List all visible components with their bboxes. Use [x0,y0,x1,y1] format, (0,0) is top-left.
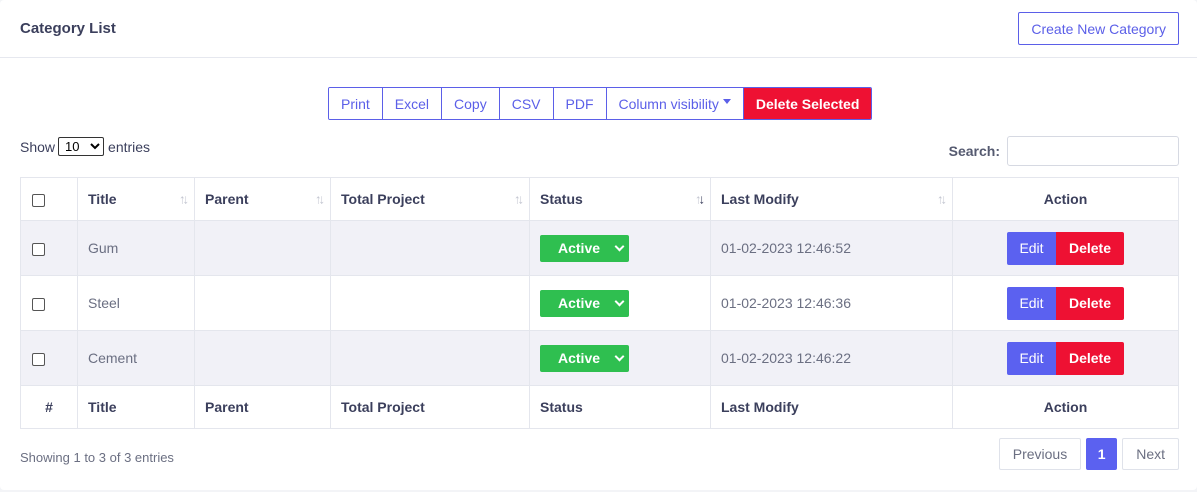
delete-button[interactable]: Delete [1056,341,1124,375]
sort-desc-icon: ↑↓ [695,191,705,207]
status-select[interactable]: Active [540,344,629,372]
row-parent [194,275,331,331]
csv-button[interactable]: CSV [499,88,554,119]
row-action-cell: Edit Delete [952,220,1179,276]
delete-button[interactable]: Delete [1056,286,1124,320]
edit-button[interactable]: Edit [1007,286,1056,320]
header-parent-label: Parent [205,191,249,207]
row-checkbox[interactable] [32,297,45,311]
search-input[interactable] [1007,136,1179,166]
row-status-cell: Active [529,330,711,386]
header-last-modify[interactable]: Last Modify ↑↓ [710,177,953,221]
row-total-project [330,220,530,276]
footer-action: Action [952,385,1179,429]
status-select[interactable]: Active [540,289,629,317]
row-check-cell [20,220,78,276]
copy-button[interactable]: Copy [442,88,500,119]
category-card: Category List Create New Category Print … [0,0,1197,490]
table-row: Cement Active 01-02-2023 12:46:22 Edit D… [20,330,1179,386]
search-label: Search: [948,143,1000,159]
header-title-label: Title [88,191,117,207]
row-status-cell: Active [529,275,711,331]
next-page-button[interactable]: Next [1122,438,1179,470]
row-title: Steel [77,275,195,331]
header-status[interactable]: Status ↑↓ [529,177,711,221]
edit-button[interactable]: Edit [1007,231,1056,265]
status-value: Active [558,240,601,256]
sort-icon: ↑↓ [179,191,189,207]
table-header-row: Title ↑↓ Parent ↑↓ Total Project ↑↓ Stat… [20,177,1179,221]
row-check-cell [20,275,78,331]
footer-parent: Parent [194,385,331,429]
sort-icon: ↑↓ [937,191,947,207]
entries-label: entries [108,138,151,155]
export-button-group: Print Excel Copy CSV PDF Column visibili… [328,87,873,120]
status-value: Active [558,295,601,311]
footer-total-project: Total Project [330,385,530,429]
delete-button[interactable]: Delete [1056,231,1124,265]
row-parent [194,330,331,386]
row-check-cell [20,330,78,386]
status-select[interactable]: Active [540,234,629,262]
row-title: Cement [77,330,195,386]
page-length-control: Show 10 entries [20,137,150,156]
status-value: Active [558,350,601,366]
footer-status: Status [529,385,711,429]
header-parent[interactable]: Parent ↑↓ [194,177,331,221]
pdf-button[interactable]: PDF [553,88,607,119]
sort-icon: ↑↓ [315,191,325,207]
column-visibility-button[interactable]: Column visibility [606,88,744,119]
row-title: Gum [77,220,195,276]
header-action: Action [952,177,1179,221]
header-last-modify-label: Last Modify [721,191,799,207]
row-last-modify: 01-02-2023 12:46:52 [710,220,953,276]
print-button[interactable]: Print [329,88,383,119]
footer-title: Title [77,385,195,429]
chevron-down-icon [614,296,625,306]
column-visibility-label: Column visibility [618,95,719,112]
excel-button[interactable]: Excel [382,88,443,119]
row-total-project [330,275,530,331]
header-total-project-label: Total Project [341,191,425,207]
header-title[interactable]: Title ↑↓ [77,177,195,221]
sort-icon: ↑↓ [514,191,524,207]
table-footer-row: # Title Parent Total Project Status Last… [20,385,1179,429]
row-checkbox[interactable] [32,242,45,256]
page-1-button[interactable]: 1 [1086,438,1118,470]
footer-last-modify: Last Modify [710,385,953,429]
previous-page-button[interactable]: Previous [998,438,1082,470]
delete-selected-button[interactable]: Delete Selected [743,88,872,119]
footer-hash: # [20,385,78,429]
page-length-select[interactable]: 10 [58,137,105,156]
row-action-cell: Edit Delete [952,275,1179,331]
select-all-header [20,177,78,221]
row-checkbox[interactable] [32,352,45,366]
header-status-label: Status [540,191,583,207]
show-label: Show [20,138,56,155]
row-parent [194,220,331,276]
card-header: Category List Create New Category [0,0,1197,58]
header-total-project[interactable]: Total Project ↑↓ [330,177,530,221]
caret-down-icon [722,99,731,104]
row-status-cell: Active [529,220,711,276]
table-row: Steel Active 01-02-2023 12:46:36 Edit De… [20,275,1179,331]
category-table: Title ↑↓ Parent ↑↓ Total Project ↑↓ Stat… [20,177,1179,429]
create-category-button[interactable]: Create New Category [1018,12,1179,45]
search-control: Search: [949,136,1179,166]
row-last-modify: 01-02-2023 12:46:36 [710,275,953,331]
page-title: Category List [20,20,116,37]
pagination: Previous 1 Next [998,438,1179,470]
row-last-modify: 01-02-2023 12:46:22 [710,330,953,386]
chevron-down-icon [614,241,625,251]
row-action-cell: Edit Delete [952,330,1179,386]
table-row: Gum Active 01-02-2023 12:46:52 Edit Dele… [20,220,1179,276]
row-total-project [330,330,530,386]
edit-button[interactable]: Edit [1007,341,1056,375]
select-all-checkbox[interactable] [32,193,45,207]
chevron-down-icon [614,351,625,361]
table-info: Showing 1 to 3 of 3 entries [20,450,174,465]
